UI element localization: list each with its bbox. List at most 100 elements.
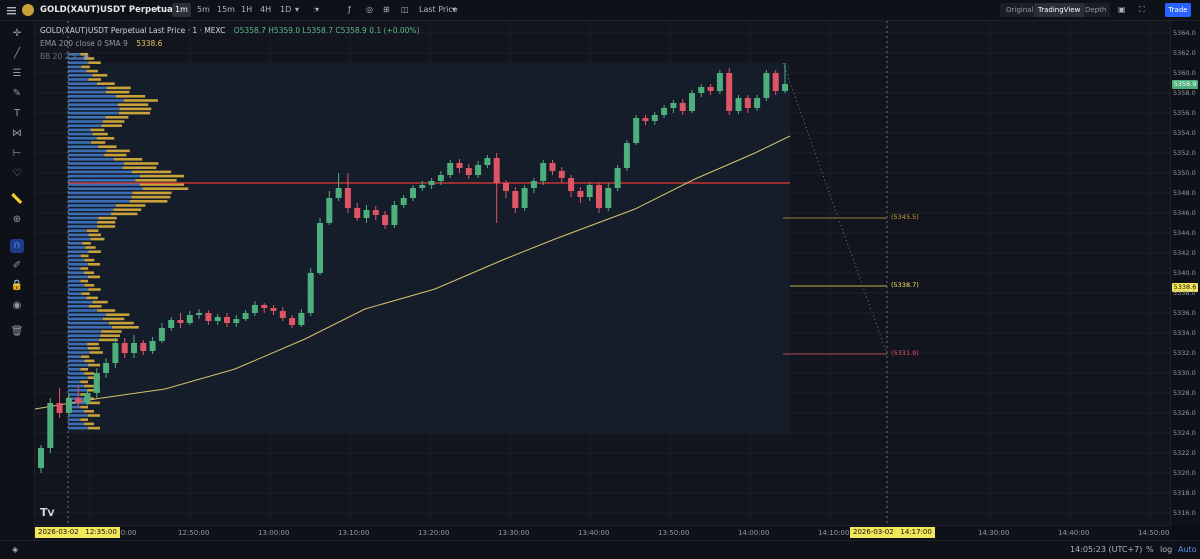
candle-body — [651, 115, 658, 121]
layout-icon[interactable]: ⊞ — [383, 3, 390, 17]
volume-profile-bar-blue — [68, 380, 81, 384]
candle-body — [224, 317, 230, 323]
volume-profile-bar-blue — [68, 141, 92, 144]
candle-body — [772, 73, 779, 91]
volume-profile-bar-blue — [68, 338, 99, 342]
view-original[interactable]: Original — [1002, 3, 1037, 17]
timeframe-15m[interactable]: 15m — [214, 3, 238, 17]
candle-body — [744, 98, 751, 108]
volume-profile-bar-blue — [68, 300, 93, 304]
trash-icon[interactable]: 🗑 — [10, 325, 24, 339]
trend-line-icon[interactable]: ╱ — [10, 47, 24, 61]
alert-icon[interactable]: ◎ — [366, 3, 373, 17]
price-tick-label: 5330.0 — [1173, 369, 1196, 377]
volume-profile-bar-gold — [97, 309, 116, 312]
volume-profile-bar-gold — [101, 124, 122, 127]
bb-legend-row[interactable]: BB 20 2 S ◉ — [40, 52, 89, 61]
candle-body — [214, 317, 221, 321]
eye-icon[interactable]: ◉ — [10, 299, 24, 313]
trade-button[interactable]: Trade — [1165, 3, 1191, 17]
candle-body — [475, 165, 482, 175]
visibility-eye-icon[interactable]: ◉ — [83, 52, 90, 61]
log-toggle[interactable]: log — [1160, 545, 1172, 554]
crosshair-right-date: 2026-03-02 — [853, 528, 894, 536]
candle-body — [93, 373, 100, 393]
horizontal-lines-icon[interactable]: ☰ — [10, 67, 24, 81]
volume-profile-bar-blue — [68, 351, 90, 354]
lock-icon[interactable]: 🔒 — [10, 279, 24, 293]
timeframe-1h[interactable]: 1H — [238, 3, 255, 17]
forecast-icon[interactable]: ⊢ — [10, 147, 24, 161]
volume-profile-bar-gold — [85, 246, 96, 249]
ema-legend-value: 5338.6 — [136, 39, 163, 48]
view-depth[interactable]: Depth — [1081, 3, 1110, 17]
candle-body — [661, 108, 668, 115]
candle-body — [521, 188, 528, 208]
auto-toggle[interactable]: Auto — [1178, 545, 1197, 554]
menu-icon[interactable] — [7, 5, 16, 15]
candle-body — [335, 188, 342, 198]
camera-icon[interactable]: ◫ — [401, 3, 409, 17]
timeframe-1d[interactable]: 1D — [277, 3, 294, 17]
text-icon[interactable]: T — [10, 107, 24, 121]
fullscreen-icon[interactable]: ⛶ — [1139, 3, 1145, 17]
price-type-dropdown-icon[interactable]: ▾ — [452, 3, 456, 17]
level-upper-label: (5345.5) — [891, 213, 919, 221]
candle-body — [103, 363, 110, 373]
indicators-icon[interactable]: ƒ — [348, 3, 351, 17]
chart-area[interactable]: GOLD(XAUT)USDT Perpetual Last Price · 1 … — [35, 21, 1170, 525]
percent-toggle[interactable]: % — [1146, 545, 1154, 554]
chart-type-icon[interactable]: ⫶▾ — [313, 3, 319, 17]
candle-body — [270, 308, 277, 311]
level-lower-label: (5331.9) — [891, 349, 919, 357]
volume-profile-bar-blue — [68, 309, 98, 312]
candle-body — [530, 181, 537, 188]
volume-profile-bar-gold — [132, 191, 172, 195]
ruler-icon[interactable]: 📏 — [10, 193, 24, 207]
timeframe-5m[interactable]: 5m — [194, 3, 213, 17]
candle-body — [168, 320, 175, 328]
symbol-dropdown-icon[interactable]: ▾ — [154, 3, 158, 17]
candle-body — [186, 315, 193, 323]
price-tick-label: 5356.0 — [1173, 109, 1196, 117]
lock-drawings-icon[interactable]: ✐ — [10, 259, 24, 273]
magnet-icon[interactable]: ∩ — [10, 239, 24, 253]
candle-body — [698, 87, 705, 93]
candle-body — [289, 318, 296, 325]
brush-icon[interactable]: ✎ — [10, 87, 24, 101]
time-tick-label: 13:30:00 — [498, 529, 530, 537]
heart-icon[interactable]: ♡ — [10, 167, 24, 181]
price-tick-label: 5344.0 — [1173, 229, 1196, 237]
volume-profile-bar-gold — [81, 292, 90, 295]
volume-profile-bar-gold — [88, 305, 102, 308]
timeframe-dropdown-icon[interactable]: ▾ — [295, 3, 299, 17]
volume-profile-bar-blue — [68, 78, 89, 81]
volume-profile-bar-gold — [84, 271, 95, 274]
timeframe-1m[interactable]: 1m — [172, 3, 191, 17]
volume-profile-bar-gold — [140, 174, 185, 178]
clock-time[interactable]: 14:05:23 (UTC+7) — [1070, 545, 1142, 554]
time-axis[interactable]: 12:40:00 2026-03-02 12:35:00 2026-03-02 … — [35, 525, 1170, 540]
price-chart[interactable] — [35, 21, 1170, 525]
volume-profile-bar-gold — [135, 179, 177, 182]
crosshair-icon[interactable]: ✛ — [10, 27, 24, 41]
volume-profile-bar-blue — [68, 258, 85, 262]
zoom-icon[interactable]: ⊕ — [10, 213, 24, 227]
pattern-icon[interactable]: ⋈ — [10, 127, 24, 141]
timeframe-4h[interactable]: 4H — [257, 3, 274, 17]
volume-profile-bar-gold — [87, 342, 99, 346]
calendar-icon[interactable]: ▣ — [1118, 3, 1126, 17]
price-axis[interactable]: 5358.9 5338.6 5364.0 5362.0 5360.0 5358.0 53… — [1170, 21, 1200, 525]
candle-body — [344, 188, 351, 208]
volume-profile-bar-blue — [68, 246, 86, 249]
ema-legend-row[interactable]: EMA 200 close 0 SMA 9 5338.6 — [40, 39, 162, 48]
volume-profile-bar-gold — [88, 250, 101, 253]
price-tick-label: 5350.0 — [1173, 169, 1196, 177]
bb-legend-label: BB 20 2 S — [40, 52, 77, 61]
view-tradingview[interactable]: TradingView — [1034, 3, 1085, 17]
volume-profile-bar-blue — [68, 158, 115, 161]
volume-profile-bar-gold — [86, 229, 99, 232]
volume-profile-bar-blue — [68, 128, 91, 132]
layers-icon[interactable]: ◈ — [12, 545, 18, 554]
candle-body — [205, 313, 212, 321]
